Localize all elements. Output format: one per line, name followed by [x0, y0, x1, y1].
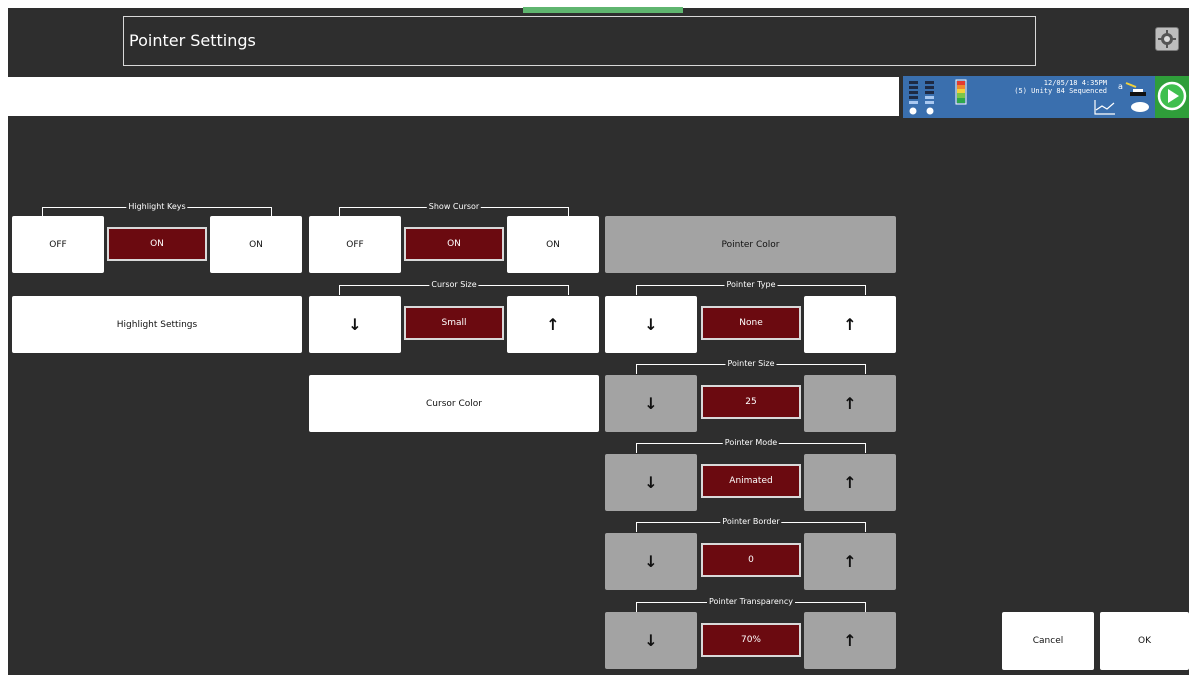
cursor-size-group: Cursor Size — [339, 279, 569, 295]
arrow-up-icon: ↑ — [843, 472, 857, 492]
pointer-transparency-group: Pointer Transparency — [636, 596, 866, 612]
pointer-type-group: Pointer Type — [636, 279, 866, 295]
cursor-color-button[interactable]: Cursor Color — [309, 375, 599, 432]
highlight-settings-button[interactable]: Highlight Settings — [12, 296, 302, 353]
pointer-size-label: Pointer Size — [725, 358, 777, 370]
highlight-keys-on-button[interactable]: ON — [210, 216, 302, 273]
pointer-mode-increase-button[interactable]: ↑ — [804, 454, 896, 511]
pointer-mode-decrease-button[interactable]: ↓ — [605, 454, 697, 511]
cursor-size-increase-button[interactable]: ↑ — [507, 296, 599, 353]
title-bar: Pointer Settings — [123, 16, 1036, 66]
pointer-color-button[interactable]: Pointer Color — [605, 216, 896, 273]
cancel-button[interactable]: Cancel — [1002, 612, 1094, 670]
pointer-size-value: 25 — [701, 385, 801, 419]
arrow-down-icon: ↓ — [644, 314, 658, 334]
pointer-transparency-value: 70% — [701, 623, 801, 657]
arrow-down-icon: ↓ — [644, 551, 658, 571]
message-bar — [8, 77, 899, 116]
highlight-keys-off-button[interactable]: OFF — [12, 216, 104, 273]
status-panel[interactable]: 12/05/18 4:35PM (5) Unity 84 Sequenced a — [903, 76, 1155, 118]
play-icon — [1157, 81, 1187, 111]
status-datetime: 12/05/18 4:35PM — [1043, 79, 1107, 87]
pointer-transparency-label: Pointer Transparency — [707, 596, 795, 608]
status-device: (5) Unity 84 Sequenced — [1014, 87, 1107, 95]
svg-text:a: a — [1118, 82, 1123, 91]
ok-button[interactable]: OK — [1100, 612, 1189, 670]
chart-icon — [1094, 100, 1115, 115]
arrow-up-icon: ↑ — [843, 314, 857, 334]
pointer-border-label: Pointer Border — [720, 516, 782, 528]
page-title: Pointer Settings — [129, 31, 256, 50]
pointer-type-label: Pointer Type — [724, 279, 778, 291]
pointer-size-increase-button[interactable]: ↑ — [804, 375, 896, 432]
arrow-down-icon: ↓ — [348, 314, 362, 334]
settings-menu-icon[interactable] — [1155, 27, 1179, 51]
pointer-type-value: None — [701, 306, 801, 340]
highlight-keys-value: ON — [107, 227, 207, 261]
pointer-border-group: Pointer Border — [636, 516, 866, 532]
arrow-down-icon: ↓ — [644, 393, 658, 413]
show-cursor-off-button[interactable]: OFF — [309, 216, 401, 273]
pointer-type-decrease-button[interactable]: ↓ — [605, 296, 697, 353]
cursor-size-value: Small — [404, 306, 504, 340]
pointer-mode-group: Pointer Mode — [636, 437, 866, 453]
arrow-down-icon: ↓ — [644, 630, 658, 650]
arrow-up-icon: ↑ — [843, 630, 857, 650]
volume-level-icon — [909, 81, 934, 115]
pointer-transparency-increase-button[interactable]: ↑ — [804, 612, 896, 669]
highlight-keys-label: Highlight Keys — [126, 201, 188, 213]
pointer-border-increase-button[interactable]: ↑ — [804, 533, 896, 590]
play-button[interactable] — [1155, 76, 1189, 118]
cursor-size-label: Cursor Size — [429, 279, 479, 291]
top-accent-bar — [523, 7, 683, 13]
pointer-border-value: 0 — [701, 543, 801, 577]
show-cursor-label: Show Cursor — [426, 201, 482, 213]
show-cursor-on-button[interactable]: ON — [507, 216, 599, 273]
pointer-type-increase-button[interactable]: ↑ — [804, 296, 896, 353]
battery-icon — [955, 79, 967, 105]
arrow-up-icon: ↑ — [843, 551, 857, 571]
speech-icon: a — [1118, 82, 1149, 112]
pointer-size-decrease-button[interactable]: ↓ — [605, 375, 697, 432]
cursor-size-decrease-button[interactable]: ↓ — [309, 296, 401, 353]
pointer-size-group: Pointer Size — [636, 358, 866, 374]
show-cursor-value: ON — [404, 227, 504, 261]
pointer-border-decrease-button[interactable]: ↓ — [605, 533, 697, 590]
pointer-transparency-decrease-button[interactable]: ↓ — [605, 612, 697, 669]
arrow-down-icon: ↓ — [644, 472, 658, 492]
pointer-mode-label: Pointer Mode — [722, 437, 780, 449]
arrow-up-icon: ↑ — [843, 393, 857, 413]
pointer-mode-value: Animated — [701, 464, 801, 498]
arrow-up-icon: ↑ — [546, 314, 560, 334]
